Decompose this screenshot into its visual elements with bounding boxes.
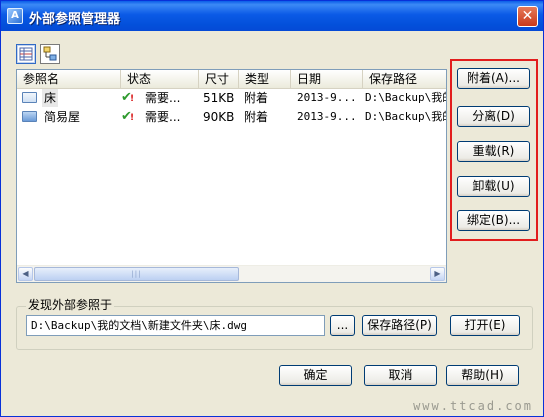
dialog-window: A 外部参照管理器 ✕ 参照名 状态 尺寸 类型 日期 保存路径 床 ✔ ! 需… <box>0 0 544 417</box>
xref-list[interactable]: 参照名 状态 尺寸 类型 日期 保存路径 床 ✔ ! 需要... 51KB 附着… <box>16 69 447 283</box>
list-view-icon <box>19 47 33 61</box>
drawing-folder-icon <box>22 92 37 103</box>
list-header: 参照名 状态 尺寸 类型 日期 保存路径 <box>17 70 446 89</box>
ref-name: 床 <box>42 89 59 107</box>
title-bar[interactable]: A 外部参照管理器 ✕ <box>1 1 543 31</box>
ref-size: 51KB <box>203 91 235 105</box>
close-button[interactable]: ✕ <box>517 6 538 27</box>
reload-button[interactable]: 重载(R) <box>457 141 530 162</box>
unload-button[interactable]: 卸载(U) <box>457 176 530 197</box>
ref-type: 附着 <box>244 110 269 124</box>
ok-button[interactable]: 确定 <box>279 365 352 386</box>
ref-path: D:\Backup\我的 <box>365 110 447 123</box>
app-icon: A <box>7 8 23 24</box>
horizontal-scrollbar[interactable]: ◀ ||| ▶ <box>17 265 446 282</box>
list-view-button[interactable] <box>16 44 36 64</box>
bind-button[interactable]: 绑定(B)... <box>457 210 530 231</box>
found-at-path-field[interactable]: D:\Backup\我的文档\新建文件夹\床.dwg <box>26 315 325 336</box>
cancel-button[interactable]: 取消 <box>364 365 437 386</box>
watermark-text: www.ttcad.com <box>413 399 533 413</box>
warning-icon: ! <box>130 94 135 104</box>
column-header-name[interactable]: 参照名 <box>17 70 121 88</box>
save-path-button[interactable]: 保存路径(P) <box>362 315 437 336</box>
table-row[interactable]: 床 ✔ ! 需要... 51KB 附着 2013-9... D:\Backup\… <box>17 89 446 107</box>
detach-button[interactable]: 分离(D) <box>457 106 530 127</box>
open-button[interactable]: 打开(E) <box>450 315 520 336</box>
column-header-status[interactable]: 状态 <box>121 70 199 88</box>
column-header-path[interactable]: 保存路径 <box>363 70 446 88</box>
help-button[interactable]: 帮助(H) <box>446 365 519 386</box>
drawing-folder-icon <box>22 111 37 122</box>
tree-view-button[interactable] <box>40 44 60 64</box>
table-row[interactable]: 简易屋 ✔ ! 需要... 90KB 附着 2013-9... D:\Backu… <box>17 108 446 126</box>
column-header-type[interactable]: 类型 <box>239 70 291 88</box>
column-header-date[interactable]: 日期 <box>291 70 363 88</box>
scroll-thumb[interactable]: ||| <box>34 267 239 281</box>
scroll-left-arrow-icon[interactable]: ◀ <box>18 267 33 281</box>
window-title: 外部参照管理器 <box>29 12 121 27</box>
browse-button[interactable]: ... <box>330 315 355 336</box>
attach-button[interactable]: 附着(A)... <box>457 68 530 89</box>
ref-date: 2013-9... <box>297 110 357 123</box>
ref-status: 需要... <box>145 110 181 124</box>
found-at-label: 发现外部参照于 <box>26 296 115 313</box>
ref-type: 附着 <box>244 91 269 105</box>
scroll-right-arrow-icon[interactable]: ▶ <box>430 267 445 281</box>
ref-path: D:\Backup\我的 <box>365 91 447 104</box>
warning-icon: ! <box>130 113 135 123</box>
ref-date: 2013-9... <box>297 91 357 104</box>
column-header-size[interactable]: 尺寸 <box>199 70 239 88</box>
ref-status: 需要... <box>145 91 181 105</box>
ref-size: 90KB <box>203 110 235 124</box>
tree-view-icon <box>43 46 57 61</box>
ref-name: 简易屋 <box>44 110 81 124</box>
